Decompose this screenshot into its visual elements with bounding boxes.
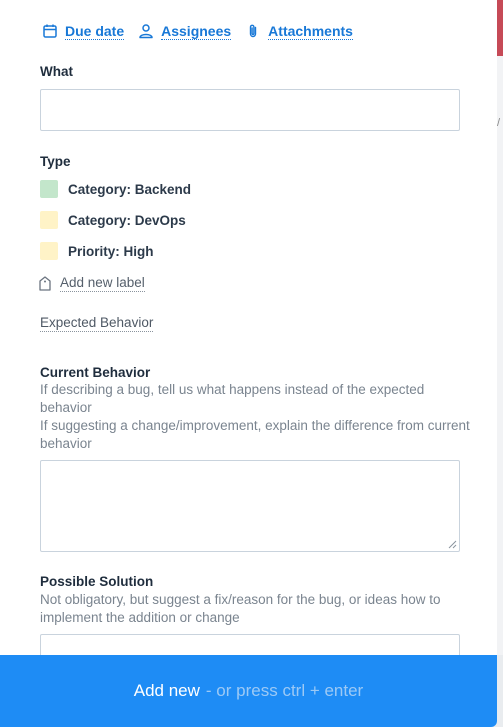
- label-priority-high[interactable]: Priority: High: [40, 242, 154, 260]
- assignees-label: Assignees: [161, 22, 232, 40]
- background-mark: /: [497, 117, 501, 129]
- label-name: Category: Backend: [68, 181, 192, 197]
- type-label: Type: [40, 154, 71, 169]
- due-date-label: Due date: [65, 22, 125, 40]
- due-date-link[interactable]: Due date: [42, 22, 125, 40]
- add-new-label: Add new: [133, 681, 200, 700]
- label-name: Category: DevOps: [68, 212, 186, 228]
- current-behavior-label: Current Behavior: [40, 365, 151, 380]
- current-behavior-help-line-2: If suggesting a change/improvement, expl…: [40, 418, 470, 451]
- background-edge: [497, 56, 503, 655]
- label-category-backend[interactable]: Category: Backend: [40, 180, 191, 198]
- calendar-icon: [43, 24, 57, 38]
- add-new-button[interactable]: Add new - or press ctrl + enter: [0, 655, 497, 727]
- possible-solution-help: Not obligatory, but suggest a fix/reason…: [40, 592, 441, 625]
- current-behavior-help-line-1: If describing a bug, tell us what happen…: [40, 382, 425, 415]
- add-new-label-text: Add new label: [60, 274, 145, 292]
- current-behavior-textarea[interactable]: [40, 460, 460, 552]
- possible-solution-label: Possible Solution: [40, 574, 154, 589]
- user-icon: [139, 24, 153, 39]
- background-edge-accent: [497, 0, 503, 56]
- attachments-label: Attachments: [268, 22, 353, 40]
- paperclip-icon: [249, 24, 257, 38]
- resize-handle-icon[interactable]: [448, 540, 457, 549]
- label-color-swatch: [40, 211, 58, 229]
- assignees-link[interactable]: Assignees: [138, 22, 232, 40]
- label-color-swatch: [40, 242, 58, 260]
- expected-behavior-toggle[interactable]: Expected Behavior: [40, 315, 154, 332]
- current-behavior-help: If describing a bug, tell us what happen…: [40, 381, 470, 453]
- label-color-swatch: [40, 180, 58, 198]
- keyboard-shortcut-hint: - or press ctrl + enter: [205, 681, 364, 700]
- add-new-label-link[interactable]: Add new label: [39, 274, 145, 292]
- label-category-devops[interactable]: Category: DevOps: [40, 211, 186, 229]
- attachments-link[interactable]: Attachments: [245, 23, 353, 40]
- label-name: Priority: High: [68, 243, 154, 259]
- issue-actions: Due date Assignees Attachments: [42, 22, 367, 40]
- tag-icon: [39, 275, 51, 291]
- what-input[interactable]: [40, 89, 460, 131]
- what-label: What: [40, 64, 73, 79]
- new-issue-panel: Due date Assignees Attachments What Type…: [0, 0, 497, 727]
